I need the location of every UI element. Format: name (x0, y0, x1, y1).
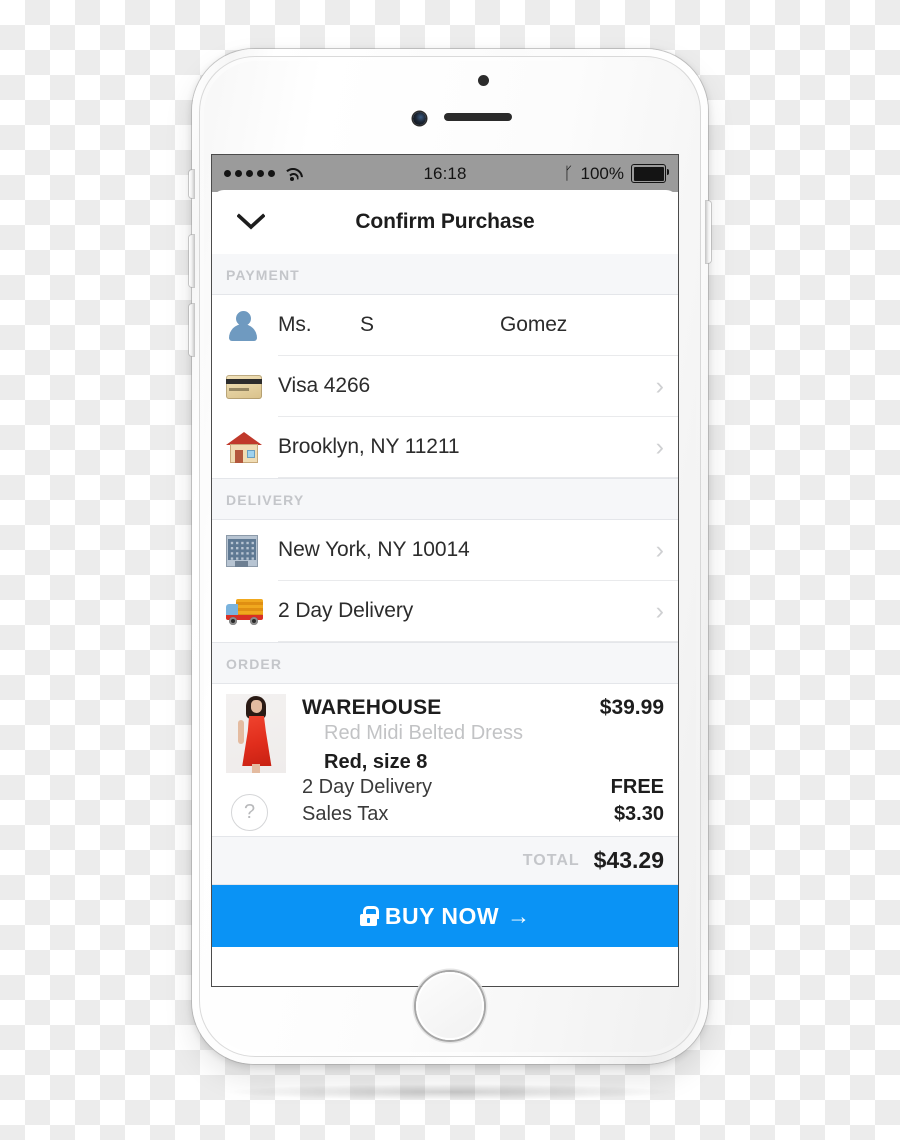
status-bar-right: ᚴ 100% (563, 163, 669, 184)
earpiece-speaker-icon (444, 113, 512, 121)
delivery-address-label: New York, NY 10014 (278, 538, 470, 561)
payment-name-row[interactable]: Ms. S Gomez (212, 295, 678, 356)
order-left-column: ? (226, 694, 288, 831)
order-right-column: WAREHOUSE $39.99 Red Midi Belted Dress R… (288, 694, 664, 828)
tax-label: Sales Tax (302, 803, 389, 825)
product-brand: WAREHOUSE (302, 696, 442, 719)
credit-card-icon (226, 374, 278, 399)
delivery-speed-row[interactable]: 2 Day Delivery › (212, 581, 678, 642)
product-variant: Red, size 8 (324, 751, 428, 773)
order-total-row: TOTAL $43.29 (212, 837, 678, 885)
order-summary-block: ? WAREHOUSE $39.99 Red Midi Belted Dress… (212, 684, 678, 837)
nav-bar: Confirm Purchase (212, 190, 678, 254)
payment-name-row-body: Ms. S Gomez (278, 295, 678, 356)
bluetooth-icon: ᚴ (563, 164, 574, 183)
buy-now-label: BUY NOW (384, 902, 500, 929)
status-bar: 16:18 ᚴ 100% (212, 155, 678, 192)
shipping-value: FREE (610, 776, 664, 798)
front-camera-icon (413, 112, 426, 125)
chevron-right-icon[interactable]: › (648, 373, 664, 399)
arrow-right-icon: → (507, 902, 531, 929)
battery-full-icon (631, 164, 669, 183)
phone-screen: 16:18 ᚴ 100% Confirm Purchase PAYMENT Ms… (212, 155, 678, 986)
chevron-down-icon[interactable] (234, 205, 268, 239)
total-value: $43.29 (593, 847, 664, 873)
section-header-order: ORDER (212, 642, 678, 684)
order-brand-line: WAREHOUSE $39.99 (302, 694, 664, 722)
billing-address-label: Brooklyn, NY 11211 (278, 435, 460, 458)
chevron-right-icon[interactable]: › (648, 537, 664, 563)
name-middle-field[interactable]: S (360, 313, 500, 337)
power-button[interactable] (706, 201, 711, 263)
payment-billing-address-row[interactable]: Brooklyn, NY 11211 › (212, 417, 678, 478)
device-drop-shadow (230, 1084, 670, 1100)
payment-billing-row-body: Brooklyn, NY 11211 › (278, 417, 678, 478)
battery-percent-label: 100% (580, 163, 624, 183)
page-title: Confirm Purchase (355, 210, 535, 233)
chevron-right-icon[interactable]: › (648, 598, 664, 624)
home-button[interactable] (416, 972, 484, 1040)
buy-now-button[interactable]: BUY NOW → (212, 885, 678, 947)
office-building-icon (226, 534, 278, 567)
shipping-label: 2 Day Delivery (302, 776, 433, 798)
chevron-right-icon[interactable]: › (648, 434, 664, 460)
delivery-truck-icon (226, 598, 278, 626)
iphone-device-mockup: 16:18 ᚴ 100% Confirm Purchase PAYMENT Ms… (189, 49, 711, 1064)
order-tax-line: Sales Tax $3.30 (302, 801, 664, 828)
person-avatar-icon (226, 309, 278, 343)
payment-card-row-body: Visa 4266 › (278, 356, 678, 417)
delivery-speed-label: 2 Day Delivery (278, 599, 414, 622)
volume-up-button[interactable] (189, 235, 194, 287)
section-header-delivery: DELIVERY (212, 478, 678, 520)
product-price: $39.99 (599, 696, 664, 719)
name-title-field[interactable]: Ms. (278, 313, 360, 337)
order-shipping-line: 2 Day Delivery FREE (302, 774, 664, 801)
house-icon (226, 431, 278, 464)
card-label: Visa 4266 (278, 374, 371, 397)
proximity-sensor-icon (478, 75, 489, 86)
volume-down-button[interactable] (189, 304, 194, 356)
delivery-speed-row-body: 2 Day Delivery › (278, 581, 678, 642)
red-dress-product-thumbnail[interactable] (226, 694, 286, 773)
delivery-address-row[interactable]: New York, NY 10014 › (212, 520, 678, 581)
total-label: TOTAL (522, 851, 580, 869)
payment-card-row[interactable]: Visa 4266 › (212, 356, 678, 417)
tax-value: $3.30 (613, 803, 664, 825)
name-last-field[interactable]: Gomez (500, 313, 664, 337)
delivery-address-row-body: New York, NY 10014 › (278, 520, 678, 581)
silent-switch-button[interactable] (189, 170, 194, 198)
question-mark-icon[interactable]: ? (231, 794, 268, 831)
product-description: Red Midi Belted Dress (324, 722, 523, 744)
lock-icon (359, 906, 380, 926)
section-header-payment: PAYMENT (212, 254, 678, 295)
